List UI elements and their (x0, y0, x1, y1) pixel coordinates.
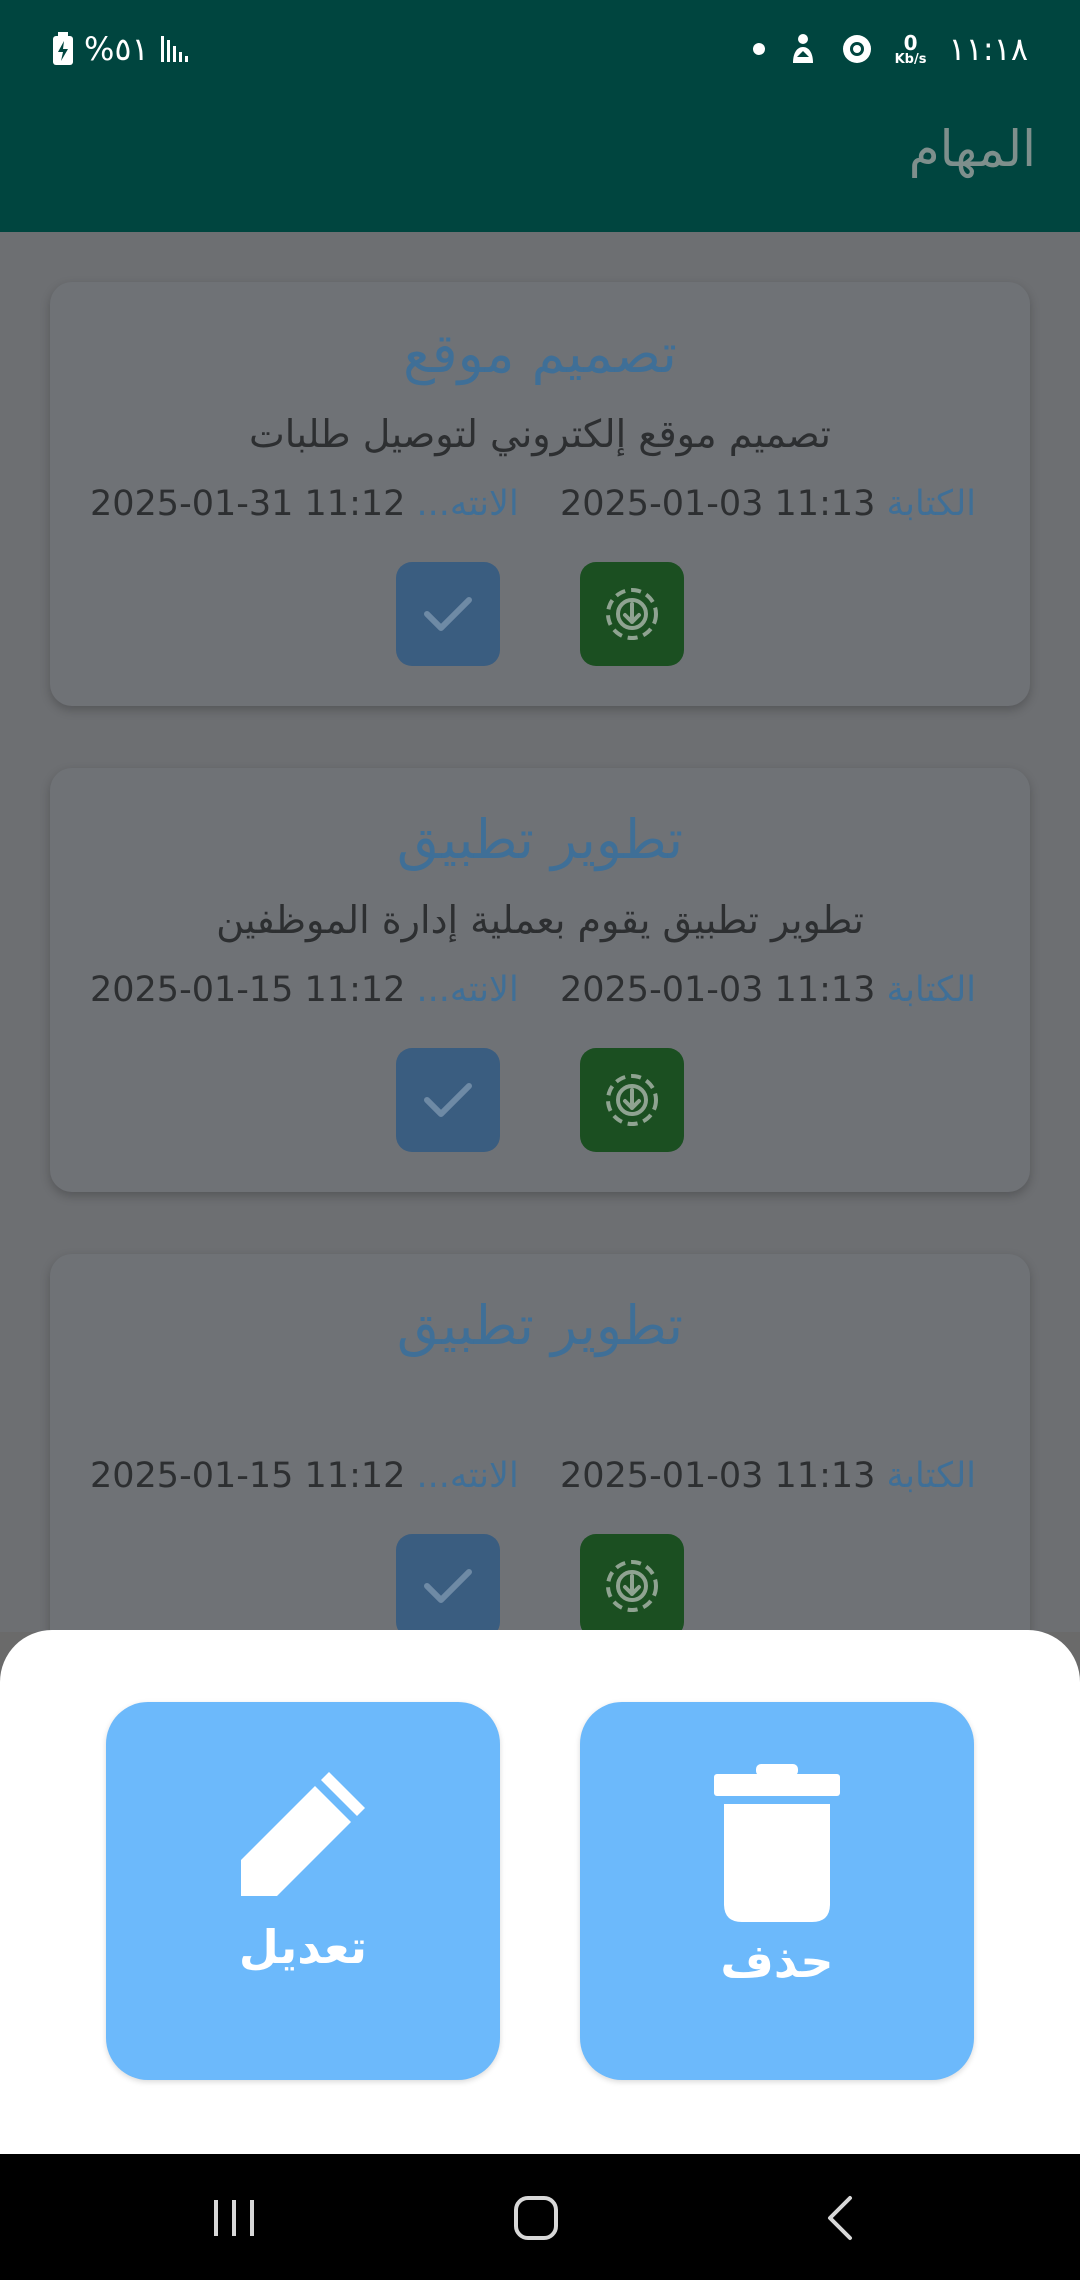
end-value: 2025-01-15 11:12 (90, 1456, 406, 1496)
end-label: الانته... (416, 484, 519, 524)
task-card[interactable]: تطوير تطبيق تطوير تطبيق يقوم بعملية إدار… (50, 768, 1030, 1192)
recents-button[interactable] (202, 2186, 266, 2250)
check-icon (424, 1569, 472, 1603)
bottom-sheet: تعديل حذف (0, 1630, 1080, 2154)
chrome-icon (842, 35, 871, 63)
edit-label: تعديل (238, 1920, 368, 1974)
task-description: تصميم موقع إلكتروني لتوصيل طلبات (249, 412, 831, 456)
task-written-date: الكتابة 2025-01-03 11:13 (560, 1456, 976, 1496)
delete-button[interactable]: حذف (580, 1702, 974, 2080)
task-card[interactable]: تصميم موقع تصميم موقع إلكتروني لتوصيل طل… (50, 282, 1030, 706)
edit-icon-wrap (106, 1764, 500, 1904)
navigation-bar (0, 2154, 1080, 2280)
pencil-icon (241, 1772, 365, 1896)
back-icon (828, 2196, 852, 2240)
complete-task-button[interactable] (396, 1534, 500, 1638)
task-end-date: الانته... 2025-01-31 11:12 (90, 484, 519, 524)
end-value: 2025-01-15 11:12 (90, 970, 406, 1010)
download-circle-icon (606, 588, 658, 640)
net-speed: 0 Kb/s (895, 33, 927, 66)
end-label: الانته... (416, 970, 519, 1010)
task-card[interactable]: تطوير تطبيق الكتابة 2025-01-03 11:13 الا… (50, 1254, 1030, 1678)
status-bar: %٥١ 0 Kb/s ١١:١٨ (0, 0, 1080, 100)
written-label: الكتابة (886, 484, 976, 524)
task-end-date: الانته... 2025-01-15 11:12 (90, 970, 519, 1010)
complete-task-button[interactable] (396, 1048, 500, 1152)
home-icon (514, 2196, 558, 2240)
download-circle-icon (606, 1074, 658, 1126)
written-label: الكتابة (886, 1456, 976, 1496)
check-icon (424, 597, 472, 631)
battery-percent: %٥١ (84, 30, 149, 68)
notification-dot-icon (752, 43, 765, 55)
complete-task-button[interactable] (396, 562, 500, 666)
edit-button[interactable]: تعديل (106, 1702, 500, 2080)
download-circle-icon (606, 1560, 658, 1612)
recents-icon (214, 2200, 254, 2236)
end-value: 2025-01-31 11:12 (90, 484, 406, 524)
task-title: تصميم موقع (403, 322, 677, 385)
download-task-button[interactable] (580, 1534, 684, 1638)
signal-icon (160, 36, 188, 62)
back-button[interactable] (808, 2186, 872, 2250)
trash-icon (714, 1764, 840, 1922)
delete-label: حذف (720, 1934, 834, 1988)
check-icon (424, 1083, 472, 1117)
download-task-button[interactable] (580, 562, 684, 666)
net-speed-value: 0 (903, 30, 918, 55)
written-value: 2025-01-03 11:13 (560, 1456, 876, 1496)
home-button[interactable] (504, 2186, 568, 2250)
task-written-date: الكتابة 2025-01-03 11:13 (560, 970, 976, 1010)
net-speed-unit: Kb/s (894, 51, 927, 67)
status-left: %٥١ (52, 30, 189, 68)
task-title: تطوير تطبيق (396, 1294, 684, 1357)
delete-icon-wrap (580, 1764, 974, 1924)
app-bar: المهام (0, 100, 1080, 232)
task-title: تطوير تطبيق (396, 808, 684, 871)
written-value: 2025-01-03 11:13 (560, 970, 876, 1010)
accessibility-icon (792, 34, 813, 63)
task-description: تطوير تطبيق يقوم بعملية إدارة الموظفين (216, 898, 864, 942)
task-list: تصميم موقع تصميم موقع إلكتروني لتوصيل طل… (0, 232, 1080, 1678)
status-right: 0 Kb/s ١١:١٨ (752, 30, 1028, 68)
download-task-button[interactable] (580, 1048, 684, 1152)
end-label: الانته... (416, 1456, 519, 1496)
written-value: 2025-01-03 11:13 (560, 484, 876, 524)
battery-icon (53, 32, 73, 65)
task-end-date: الانته... 2025-01-15 11:12 (90, 1456, 519, 1496)
page-title: المهام (908, 120, 1036, 178)
clock: ١١:١٨ (948, 30, 1028, 68)
task-written-date: الكتابة 2025-01-03 11:13 (560, 484, 976, 524)
written-label: الكتابة (886, 970, 976, 1010)
